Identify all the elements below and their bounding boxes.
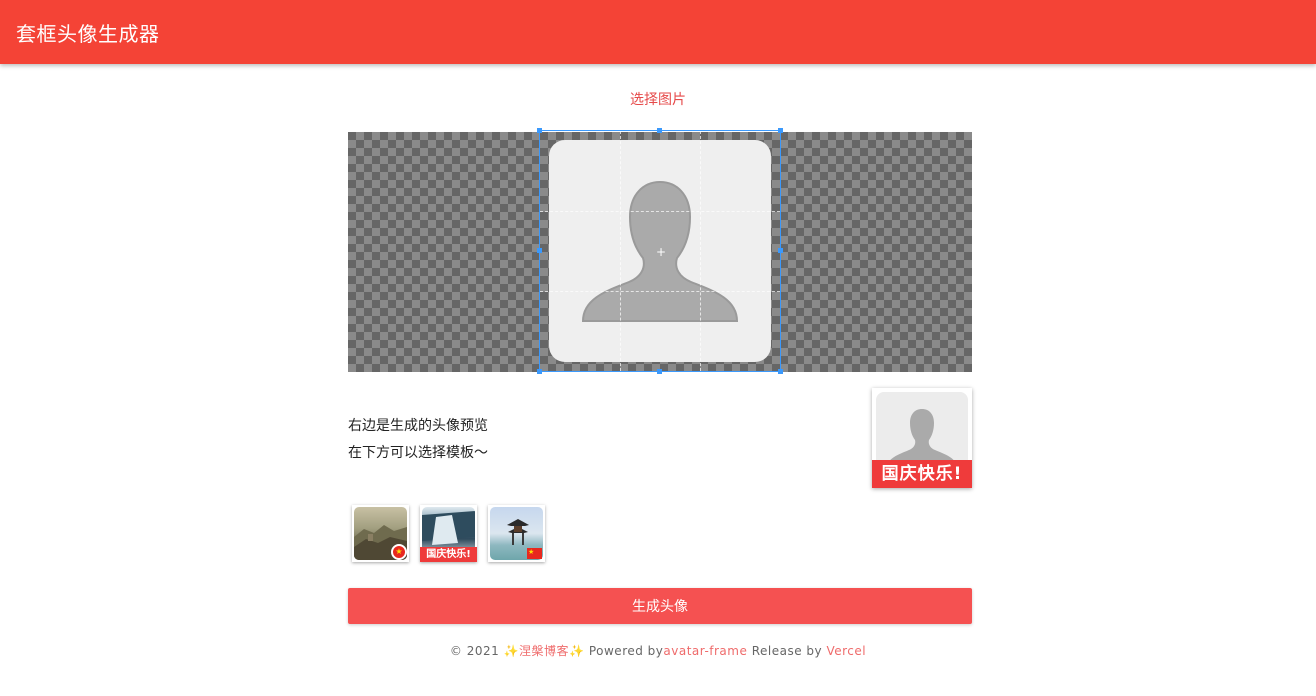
footer-project-link[interactable]: avatar-frame	[663, 644, 747, 658]
crop-guide-h1	[540, 211, 780, 212]
footer-blog-link[interactable]: 涅槃博客	[519, 644, 569, 658]
footer-release-by: Release by	[751, 644, 823, 658]
app-bar: 套框头像生成器	[0, 0, 1316, 64]
description-line-2: 在下方可以选择模板～	[348, 445, 488, 461]
app-title: 套框头像生成器	[16, 21, 160, 46]
crop-handle-s[interactable]	[657, 369, 662, 374]
generate-avatar-button[interactable]: 生成头像	[348, 588, 972, 624]
footer-powered-by: Powered by	[588, 644, 664, 658]
crop-guide-v1	[620, 131, 621, 371]
crop-handle-nw[interactable]	[537, 128, 542, 133]
description-text: 右边是生成的头像预览 在下方可以选择模板～	[348, 413, 488, 467]
crop-guide-v2	[700, 131, 701, 371]
footer: © 2021 ✨涅槃博客✨ Powered byavatar-frame Rel…	[0, 642, 1316, 659]
crop-handle-ne[interactable]	[778, 128, 783, 133]
footer-copyright: © 2021	[449, 644, 500, 658]
crop-guide-h2	[540, 291, 780, 292]
avatar-preview: 国庆快乐!	[872, 388, 972, 488]
template-national-day-banner: 国庆快乐!	[420, 547, 477, 562]
crop-handle-n[interactable]	[657, 128, 662, 133]
description-line-1: 右边是生成的头像预览	[348, 418, 488, 434]
template-waterfall[interactable]: 国庆快乐!	[420, 505, 477, 562]
crop-handle-w[interactable]	[537, 248, 542, 253]
select-image-button[interactable]: 选择图片	[0, 89, 1316, 109]
preview-national-day-banner: 国庆快乐!	[872, 460, 972, 488]
pagoda-icon	[507, 519, 529, 545]
crop-handle-sw[interactable]	[537, 369, 542, 374]
template-great-wall[interactable]: ★	[352, 505, 409, 562]
template-list: ★ 国庆快乐! ★	[352, 505, 556, 562]
crop-canvas[interactable]: +	[348, 128, 972, 374]
sparkle-icon-left: ✨	[503, 644, 520, 658]
crop-box[interactable]: +	[537, 128, 783, 374]
crop-center-crosshair: +	[656, 245, 667, 259]
footer-host-link[interactable]: Vercel	[826, 644, 866, 658]
china-flag-circle-icon: ★	[391, 544, 407, 560]
china-flag-rect-icon: ★	[527, 548, 542, 559]
crop-handle-e[interactable]	[778, 248, 783, 253]
crop-handle-se[interactable]	[778, 369, 783, 374]
template-pagoda[interactable]: ★	[488, 505, 545, 562]
sparkle-icon-right: ✨	[569, 644, 585, 658]
